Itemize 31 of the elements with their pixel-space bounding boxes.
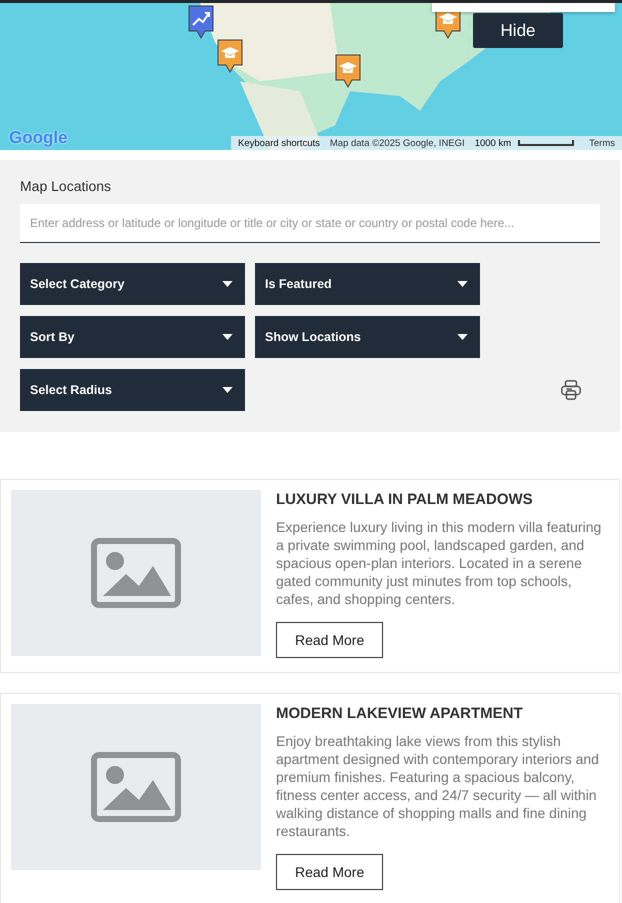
caret-icon xyxy=(457,334,468,340)
google-logo: Google xyxy=(9,128,68,148)
filters-title: Map Locations xyxy=(20,178,112,194)
caret-icon xyxy=(222,281,233,287)
caret-icon xyxy=(222,334,233,340)
chart-marker-icon[interactable] xyxy=(187,5,215,39)
scale-bar-icon xyxy=(518,139,574,147)
dropdown[interactable]: Is Featured xyxy=(255,263,480,305)
print-icon[interactable] xyxy=(560,379,582,401)
graduation-cap-marker-icon[interactable] xyxy=(216,39,244,73)
listing-title: MODERN LAKEVIEW APARTMENT xyxy=(276,705,523,722)
search-field[interactable]: Enter address or latitude or longitude or title or city or state or country or postal code here... xyxy=(20,204,600,243)
caret-icon xyxy=(457,281,468,287)
terms-link[interactable]: Terms xyxy=(586,138,618,148)
dropdown[interactable]: Sort By xyxy=(20,316,245,358)
dropdown[interactable]: Show Locations xyxy=(255,316,480,358)
listing-title: LUXURY VILLA IN PALM MEADOWS xyxy=(276,491,533,508)
hide-button[interactable]: Hide xyxy=(473,13,563,48)
read-more-button[interactable]: Read More xyxy=(276,854,384,890)
scale-label: 1000 km xyxy=(474,138,512,148)
dropdown[interactable]: Select Category xyxy=(20,263,245,305)
read-more-button[interactable]: Read More xyxy=(276,622,384,658)
listing-description: Experience luxury living in this modern villa featuring a private swimming pool, landscaped garden, and spacious open-plan interiors. Located in a serene gated community just minutes from top schools, cafes, and shopping centers. xyxy=(276,518,602,608)
image-icon xyxy=(91,752,181,822)
map-data-text: Map data ©2025 Google, INEGI xyxy=(328,138,466,148)
caret-icon xyxy=(222,387,233,393)
keyboard-shortcuts-link[interactable]: Keyboard shortcuts xyxy=(235,138,323,148)
listing-description: Enjoy breathtaking lake views from this stylish apartment designed with contemporary interiors and premium finishes. Featuring a spacious balcony, fitness center access, and 24/7 security — all within walking distance of shopping malls and fine dining restaurants. xyxy=(276,732,600,840)
dropdown[interactable]: Select Radius xyxy=(20,369,245,411)
image-icon xyxy=(91,538,181,608)
graduation-cap-marker-icon[interactable] xyxy=(334,54,362,88)
